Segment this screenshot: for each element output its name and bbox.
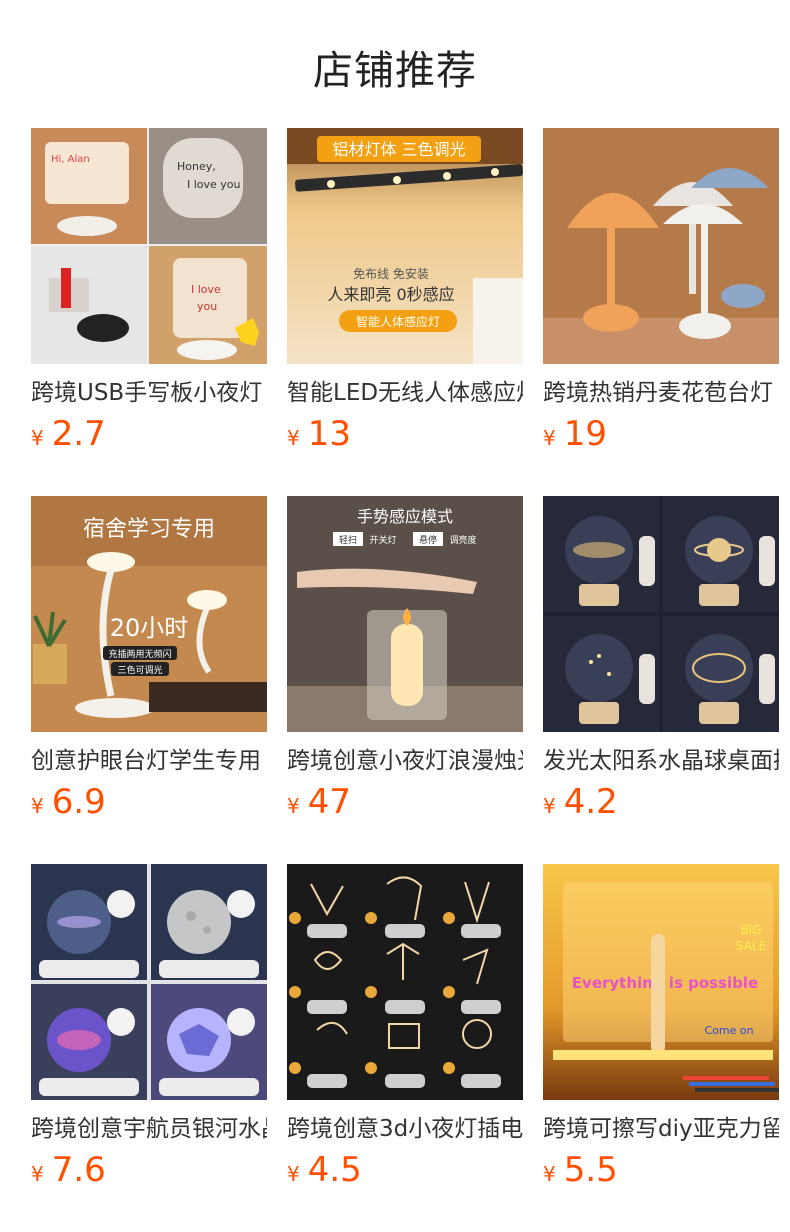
price-value: 19 <box>563 414 607 454</box>
product-image[interactable] <box>31 864 267 1100</box>
image-label-1: 轻扫 <box>339 534 357 546</box>
product-image[interactable]: BIG SALE Everything is possible Come on <box>543 864 779 1100</box>
image-sub-text: 免布线 免安装 <box>353 266 429 281</box>
product-price: ¥4.2 <box>543 782 779 828</box>
product-name[interactable]: 跨境创意小夜灯浪漫烛光 <box>287 744 523 778</box>
price-value: 5.5 <box>563 1150 618 1190</box>
image-main-text: 人来即亮 0秒感应 <box>327 285 454 304</box>
product-price: ¥19 <box>543 414 779 460</box>
product-card[interactable]: 铝材灯体 三色调光 免布线 免安装 人来即亮 0秒感应 智能人体感应灯 智能LE… <box>287 128 523 460</box>
product-image[interactable]: 铝材灯体 三色调光 免布线 免安装 人来即亮 0秒感应 智能人体感应灯 <box>287 128 523 364</box>
svg-text:I love: I love <box>191 283 221 296</box>
product-name[interactable]: 发光太阳系水晶球桌面摆件 <box>543 744 779 778</box>
product-price: ¥47 <box>287 782 523 828</box>
product-name[interactable]: 跨境创意3d小夜灯插电 <box>287 1112 523 1146</box>
image-head-text: 手势感应模式 <box>357 507 453 526</box>
image-banner-text: 宿舍学习专用 <box>83 517 215 542</box>
currency-symbol: ¥ <box>31 1162 44 1186</box>
product-price: ¥5.5 <box>543 1150 779 1196</box>
product-name[interactable]: 创意护眼台灯学生专用 <box>31 744 267 778</box>
price-value: 7.6 <box>51 1150 106 1190</box>
product-card[interactable]: 手势感应模式 轻扫 开关灯 悬停 调亮度 跨境创意小夜灯浪漫烛光 ¥47 <box>287 496 523 828</box>
image-come-text: Come on <box>704 1024 753 1037</box>
image-pill-text: 智能人体感应灯 <box>356 314 440 329</box>
image-label-3: 悬停 <box>419 534 437 546</box>
currency-symbol: ¥ <box>287 426 300 450</box>
currency-symbol: ¥ <box>31 794 44 818</box>
currency-symbol: ¥ <box>287 1162 300 1186</box>
product-image[interactable] <box>543 128 779 364</box>
image-tag-1: 充插两用无频闪 <box>108 648 171 660</box>
currency-symbol: ¥ <box>287 794 300 818</box>
price-value: 4.5 <box>307 1150 362 1190</box>
product-image[interactable] <box>543 496 779 732</box>
svg-text:you: you <box>197 300 217 313</box>
product-name[interactable]: 跨境热销丹麦花苞台灯 <box>543 376 779 410</box>
svg-text:I love you: I love you <box>187 178 241 191</box>
image-label-4: 调亮度 <box>449 534 476 546</box>
product-price: ¥13 <box>287 414 523 460</box>
image-label-2: 开关灯 <box>369 534 396 546</box>
product-price: ¥4.5 <box>287 1150 523 1196</box>
image-sale-text: SALE <box>736 939 766 953</box>
product-name[interactable]: 跨境可擦写diy亚克力留言板 <box>543 1112 779 1146</box>
image-badge-text: 铝材灯体 三色调光 <box>332 140 465 159</box>
currency-symbol: ¥ <box>543 1162 556 1186</box>
product-card[interactable]: 跨境热销丹麦花苞台灯 ¥19 <box>543 128 779 460</box>
product-name[interactable]: 跨境创意宇航员银河水晶球 <box>31 1112 267 1146</box>
product-name[interactable]: 跨境USB手写板小夜灯 <box>31 376 267 410</box>
currency-symbol: ¥ <box>543 426 556 450</box>
product-card[interactable]: Hi, Alan Honey, I love you I love you 跨境… <box>31 128 267 460</box>
price-value: 4.2 <box>563 782 618 822</box>
product-card[interactable]: 跨境创意宇航员银河水晶球 ¥7.6 <box>31 864 267 1196</box>
image-hours-text: 20小时 <box>110 614 189 642</box>
price-value: 13 <box>307 414 351 454</box>
product-card[interactable]: 发光太阳系水晶球桌面摆件 ¥4.2 <box>543 496 779 828</box>
product-card[interactable]: BIG SALE Everything is possible Come on … <box>543 864 779 1196</box>
product-name[interactable]: 智能LED无线人体感应灯 <box>287 376 523 410</box>
product-price: ¥2.7 <box>31 414 267 460</box>
price-value: 6.9 <box>51 782 106 822</box>
product-image[interactable]: 手势感应模式 轻扫 开关灯 悬停 调亮度 <box>287 496 523 732</box>
product-price: ¥6.9 <box>31 782 267 828</box>
product-image[interactable] <box>287 864 523 1100</box>
price-value: 47 <box>307 782 351 822</box>
image-tag-2: 三色可调光 <box>117 664 162 676</box>
svg-text:Honey,: Honey, <box>177 160 216 173</box>
product-image[interactable]: 宿舍学习专用 20小时 充插两用无频闪 三色可调光 <box>31 496 267 732</box>
product-price: ¥7.6 <box>31 1150 267 1196</box>
price-value: 2.7 <box>51 414 106 454</box>
product-card[interactable]: 跨境创意3d小夜灯插电 ¥4.5 <box>287 864 523 1196</box>
product-card[interactable]: 宿舍学习专用 20小时 充插两用无频闪 三色可调光 创意护眼台灯学生专用 ¥6.… <box>31 496 267 828</box>
product-image[interactable]: Hi, Alan Honey, I love you I love you <box>31 128 267 364</box>
page-title: 店铺推荐 <box>313 48 477 94</box>
currency-symbol: ¥ <box>543 794 556 818</box>
svg-text:Hi, Alan: Hi, Alan <box>51 154 90 165</box>
image-big-text: BIG <box>740 923 761 937</box>
currency-symbol: ¥ <box>31 426 44 450</box>
